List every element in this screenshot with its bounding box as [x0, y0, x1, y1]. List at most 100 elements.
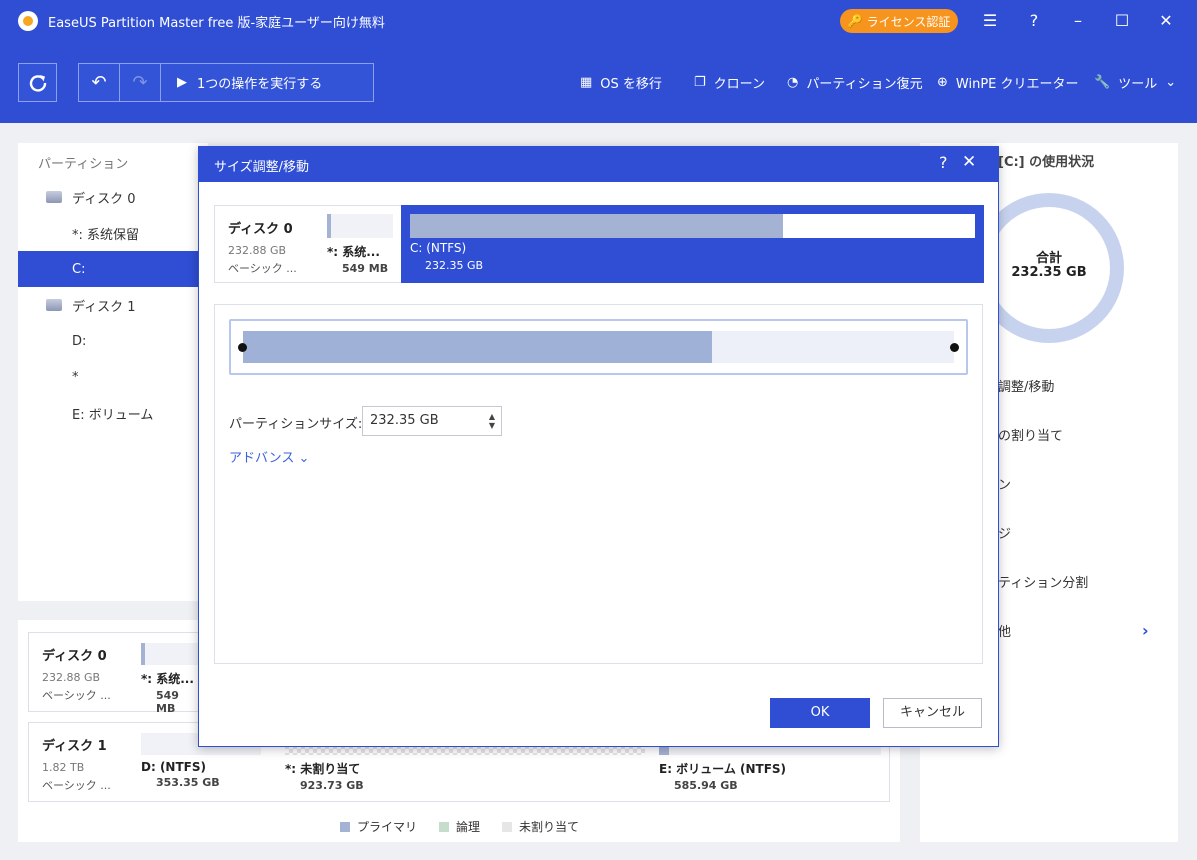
tree-item-e[interactable]: E: ボリューム	[18, 395, 208, 431]
partition-label: *: 系统...	[141, 672, 194, 686]
partition-size: 585.94 GB	[674, 779, 738, 792]
partition-label: D: (NTFS)	[141, 760, 206, 774]
migrate-os-button[interactable]: ▦ OS を移行	[580, 73, 662, 92]
tree-item-label: C:	[72, 261, 86, 277]
left-resize-handle[interactable]	[238, 343, 247, 352]
disk-name: ディスク 0	[42, 649, 107, 664]
license-button-label: ライセンス認証	[866, 14, 951, 29]
partition-size-value: 232.35 GB	[370, 413, 439, 428]
tools-menu-button[interactable]: 🔧 ツール ⌄	[1094, 73, 1176, 92]
tree-item-c[interactable]: C:	[18, 251, 208, 287]
run-operations-button[interactable]: ▶ 1つの操作を実行する	[161, 64, 373, 101]
title-bar: EaseUS Partition Master free 版-家庭ユーザー向け無…	[0, 0, 1197, 42]
partition-label: *: 未割り当て	[285, 762, 361, 776]
tree-item-system-reserved[interactable]: *: 系统保留	[18, 215, 208, 251]
help-icon[interactable]: ?	[1023, 10, 1045, 32]
maximize-icon[interactable]: ☐	[1111, 10, 1133, 32]
resize-area: パーティションサイズ: 232.35 GB ▲ ▼ アドバンス ⌄	[214, 304, 983, 664]
windows-icon: ▦	[580, 75, 593, 90]
advanced-toggle[interactable]: アドバンス ⌄	[229, 447, 309, 466]
legend-label: 未割り当て	[519, 820, 580, 834]
partition-resize-slider[interactable]	[229, 319, 968, 375]
action-allocate-space[interactable]: の割り当て	[998, 425, 1063, 444]
winpe-creator-button[interactable]: ⊕ WinPE クリエーター	[937, 73, 1079, 92]
legend-primary: プライマリ	[340, 818, 417, 835]
dialog-help-icon[interactable]: ?	[939, 153, 948, 172]
window-title: EaseUS Partition Master free 版-家庭ユーザー向け無…	[48, 16, 385, 31]
partition-label: E: ボリューム (NTFS)	[659, 762, 787, 776]
resize-move-dialog: サイズ調整/移動 ? ✕ ディスク 0 232.88 GB ベーシック ... …	[198, 146, 999, 747]
slider-track	[243, 331, 954, 363]
partition-size: 232.35 GB	[425, 259, 484, 272]
legend-unallocated: 未割り当て	[502, 818, 579, 835]
tools-label: ツール	[1118, 77, 1158, 92]
license-button[interactable]: 🔑 ライセンス認証	[840, 9, 958, 33]
strip-partition-system: *: 系统... 549 MB	[327, 214, 393, 275]
undo-icon: ↶	[91, 72, 107, 93]
slider-used-fill	[243, 331, 713, 363]
undo-button[interactable]: ↶	[79, 64, 120, 101]
clone-icon: ❐	[694, 75, 706, 90]
action-merge[interactable]: ジ	[998, 523, 1011, 542]
tree-item-d[interactable]: D:	[18, 323, 208, 359]
toolbar: ↶ ↷ ▶ 1つの操作を実行する ▦ OS を移行 ❐ クローン ◔ パーティシ…	[0, 42, 1197, 123]
redo-button[interactable]: ↷	[120, 64, 161, 101]
dialog-close-icon[interactable]: ✕	[962, 152, 976, 172]
plus-circle-icon: ⊕	[937, 75, 948, 90]
tree-item-label: ディスク 0	[72, 191, 136, 207]
tree-item-label: *	[72, 369, 79, 385]
partition-recovery-button[interactable]: ◔ パーティション復元	[787, 73, 923, 92]
partition-size-input[interactable]: 232.35 GB ▲ ▼	[362, 406, 502, 436]
disk-type: ベーシック ...	[228, 262, 297, 275]
partition-label: C: (NTFS)	[410, 241, 467, 255]
play-icon: ▶	[177, 75, 187, 90]
partition-size: 353.35 GB	[156, 776, 220, 789]
clone-label: クローン	[713, 77, 766, 92]
menu-icon[interactable]: ☰	[979, 10, 1001, 32]
refresh-icon	[29, 74, 46, 92]
tree-item-disk0[interactable]: ディスク 0	[18, 179, 208, 215]
migrate-os-label: OS を移行	[600, 77, 662, 92]
chevron-right-icon[interactable]: ›	[1142, 621, 1149, 640]
disk-name: ディスク 1	[42, 739, 107, 754]
disk-size: 232.88 GB	[228, 244, 287, 257]
cancel-button[interactable]: キャンセル	[883, 698, 982, 728]
partition-bar	[141, 643, 201, 665]
tree-item-label: D:	[72, 333, 87, 349]
partition-size-label: パーティションサイズ:	[229, 417, 363, 432]
donut-label: 合計	[1035, 251, 1062, 266]
spinner-arrows-icon[interactable]: ▲ ▼	[489, 412, 495, 430]
action-clone[interactable]: ン	[998, 474, 1011, 493]
partition-label: *: 系统...	[327, 245, 380, 259]
advanced-label: アドバンス	[229, 451, 295, 466]
action-other[interactable]: 他	[998, 621, 1011, 640]
tree-item-unallocated[interactable]: *	[18, 359, 208, 395]
pie-icon: ◔	[787, 75, 799, 90]
tree-item-disk1[interactable]: ディスク 1	[18, 287, 208, 323]
action-resize-move[interactable]: 調整/移動	[998, 376, 1054, 395]
legend: プライマリ 論理 未割り当て	[340, 818, 579, 835]
partition-tree-panel: パーティション ディスク 0 *: 系统保留 C: ディスク 1 D: * E:…	[18, 143, 208, 601]
close-icon[interactable]: ✕	[1155, 10, 1177, 32]
action-split-partition[interactable]: ティション分割	[998, 572, 1088, 591]
minimize-icon[interactable]: –	[1067, 10, 1089, 32]
dialog-disk-strip: ディスク 0 232.88 GB ベーシック ... *: 系统... 549 …	[214, 205, 984, 283]
key-icon: 🔑	[847, 14, 863, 28]
run-operations-label: 1つの操作を実行する	[197, 77, 323, 92]
dialog-header: サイズ調整/移動 ? ✕	[199, 147, 998, 182]
refresh-button[interactable]	[18, 63, 57, 102]
legend-label: プライマリ	[357, 820, 418, 834]
ok-button[interactable]: OK	[770, 698, 870, 728]
right-resize-handle[interactable]	[950, 343, 959, 352]
disk-icon	[46, 299, 62, 311]
chevron-down-icon: ⌄	[298, 451, 310, 466]
dialog-title: サイズ調整/移動	[214, 160, 309, 175]
tree-item-label: ディスク 1	[72, 299, 136, 315]
usage-title: [C:] の使用状況	[998, 155, 1095, 170]
disk-icon	[46, 191, 62, 203]
partition-block-system[interactable]: *: 系统... 549 MB	[141, 643, 201, 715]
clone-button[interactable]: ❐ クローン	[694, 73, 765, 92]
disk-type: ベーシック ...	[42, 689, 111, 702]
partition-recovery-label: パーティション復元	[806, 77, 923, 92]
disk-size: 1.82 TB	[42, 761, 85, 774]
